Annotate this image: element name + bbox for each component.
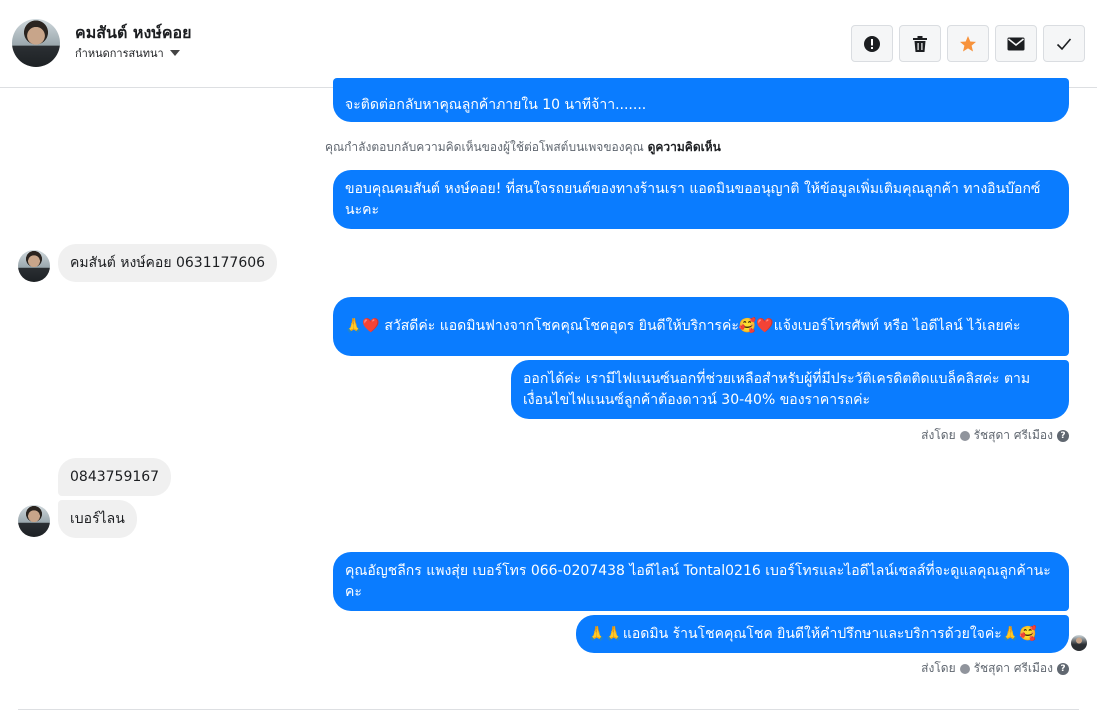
star-button[interactable] — [947, 25, 989, 62]
help-icon[interactable]: ? — [1057, 662, 1069, 675]
incoming-message[interactable]: คมสันต์ หงษ์คอย 0631177606 — [58, 244, 278, 282]
message-text: ออกได้ค่ะ เรามีไฟแนนซ์นอกที่ช่วยเหลือสำห… — [523, 370, 1031, 408]
contact-avatar[interactable] — [12, 19, 60, 67]
view-comment-link[interactable]: ดูความคิดเห็น — [648, 140, 721, 154]
mark-spam-button[interactable] — [851, 25, 893, 62]
outgoing-message[interactable]: ขอบคุณคมสันต์ หงษ์คอย! ที่สนใจรถยนต์ของท… — [333, 170, 1069, 229]
message-text: 🙏❤️ สวัสดีค่ะ แอดมินฟางจากโชคคุณโชคอุดร … — [345, 318, 1021, 334]
message-text: ขอบคุณคมสันต์ หงษ์คอย! ที่สนใจรถยนต์ของท… — [345, 180, 1041, 218]
help-icon[interactable]: ? — [1057, 429, 1069, 442]
sent-by-label: ส่งโดย — [921, 661, 956, 675]
sender-name[interactable]: รัชสุดา ศรีเมือง — [974, 659, 1053, 678]
verified-icon — [959, 663, 970, 674]
contact-avatar-small[interactable] — [18, 250, 50, 282]
message-text: 🙏🙏แอดมิน ร้านโชคคุณโชค ยินดีให้คำปรึกษาแ… — [588, 625, 1037, 642]
message-text: จะติดต่อกลับหาคุณลูกค้าภายใน 10 นาทีจ้าา… — [345, 96, 647, 113]
assign-label: กำหนดการสนทนา — [75, 47, 164, 60]
contact-avatar-small[interactable] — [18, 505, 50, 537]
mark-done-button[interactable] — [1043, 25, 1085, 62]
trash-icon — [913, 35, 927, 52]
sent-by-line: ส่งโดย รัชสุดา ศรีเมือง ? — [921, 659, 1069, 678]
exclamation-icon — [864, 35, 880, 52]
comment-reply-notice: คุณกำลังตอบกลับความคิดเห็นของผู้ใช้ต่อโพ… — [325, 138, 721, 157]
composer-divider — [18, 709, 1079, 710]
assign-conversation-dropdown[interactable]: กำหนดการสนทนา — [75, 44, 180, 62]
seen-avatar — [1071, 635, 1087, 651]
incoming-message[interactable]: 0843759167 — [58, 458, 172, 496]
sent-by-label: ส่งโดย — [921, 428, 956, 442]
star-icon — [960, 35, 976, 51]
contact-name[interactable]: คมสันต์ หงษ์คอย — [75, 21, 192, 46]
outgoing-message[interactable]: 🙏🙏แอดมิน ร้านโชคคุณโชค ยินดีให้คำปรึกษาแ… — [576, 615, 1069, 653]
mark-unread-button[interactable] — [995, 25, 1037, 62]
outgoing-message[interactable]: คุณอัญชลีกร แพงสุ่ย เบอร์โทร 066-0207438… — [333, 552, 1069, 611]
message-text: 0843759167 — [70, 468, 160, 485]
check-icon — [1056, 37, 1072, 50]
outgoing-message[interactable]: ออกได้ค่ะ เรามีไฟแนนซ์นอกที่ช่วยเหลือสำห… — [511, 360, 1069, 419]
envelope-icon — [1007, 37, 1025, 50]
message-text: คุณอัญชลีกร แพงสุ่ย เบอร์โทร 066-0207438… — [345, 562, 1051, 600]
notice-text: คุณกำลังตอบกลับความคิดเห็นของผู้ใช้ต่อโพ… — [325, 140, 644, 154]
conversation-header: คมสันต์ หงษ์คอย กำหนดการสนทนา — [0, 0, 1097, 88]
sent-by-line: ส่งโดย รัชสุดา ศรีเมือง ? — [921, 426, 1069, 445]
sender-name[interactable]: รัชสุดา ศรีเมือง — [974, 426, 1053, 445]
message-text: เบอร์ไลน — [70, 510, 125, 527]
header-actions — [851, 25, 1085, 62]
caret-down-icon — [169, 50, 180, 56]
outgoing-message[interactable]: จะติดต่อกลับหาคุณลูกค้าภายใน 10 นาทีจ้าา… — [333, 78, 1069, 122]
incoming-message[interactable]: เบอร์ไลน — [58, 500, 137, 538]
message-text: คมสันต์ หงษ์คอย 0631177606 — [70, 254, 266, 271]
verified-icon — [959, 430, 970, 441]
delete-button[interactable] — [899, 25, 941, 62]
outgoing-message[interactable]: 🙏❤️ สวัสดีค่ะ แอดมินฟางจากโชคคุณโชคอุดร … — [333, 297, 1069, 356]
